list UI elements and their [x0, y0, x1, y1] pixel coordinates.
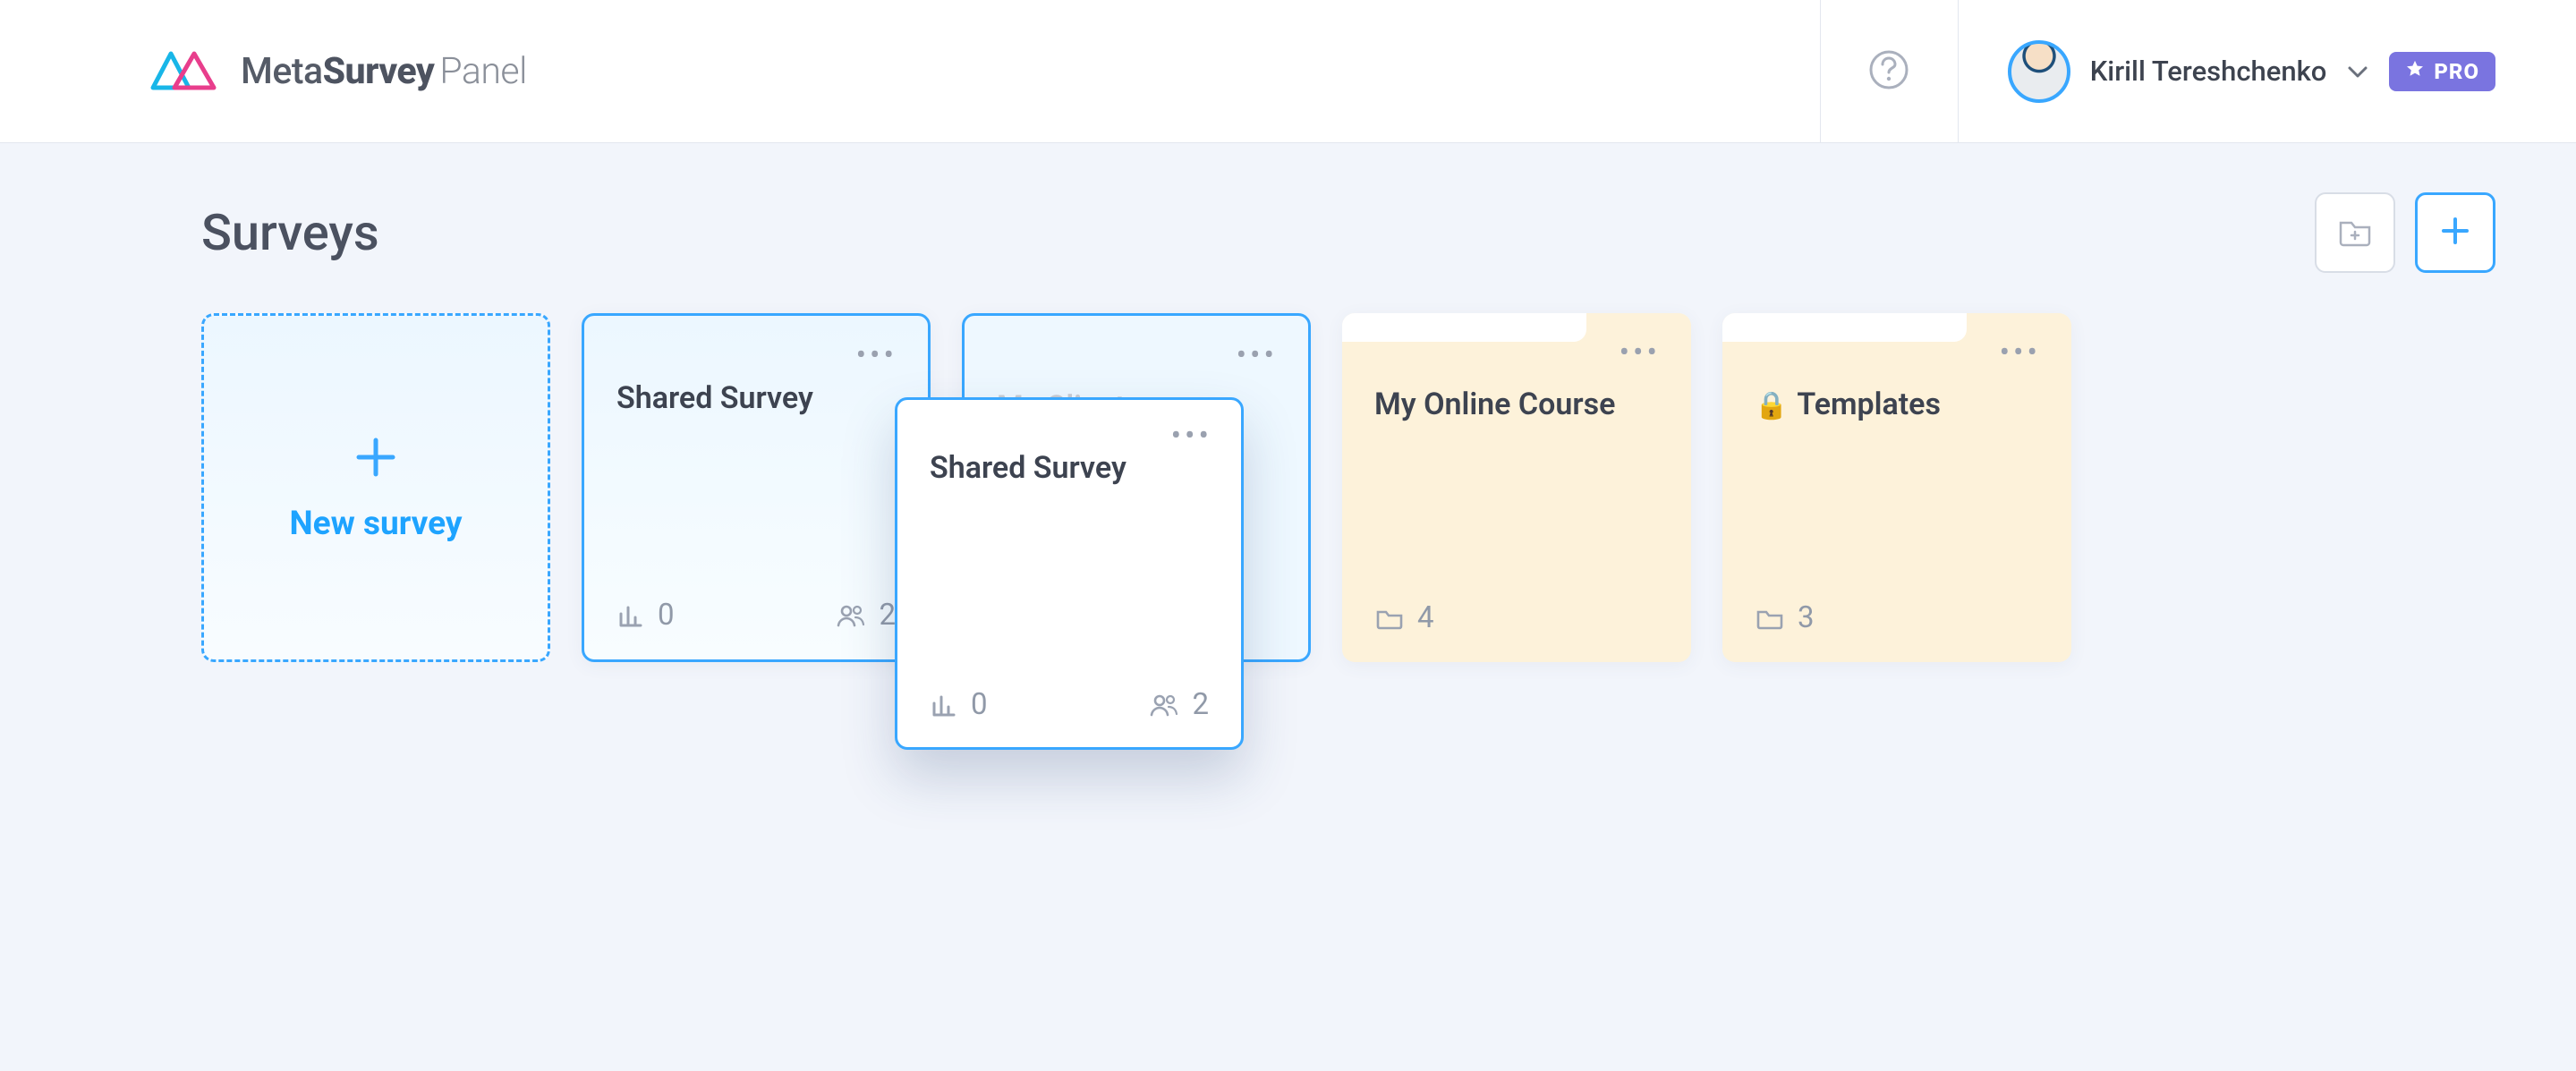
more-icon[interactable]: •••	[856, 337, 897, 373]
members-stat: 2	[1149, 687, 1209, 722]
brand[interactable]: MetaSurveyPanel	[148, 47, 527, 97]
new-survey-label: New survey	[290, 505, 463, 543]
folder-open-icon	[1374, 605, 1405, 632]
more-icon[interactable]: •••	[1620, 335, 1661, 370]
folder-open-icon	[1755, 605, 1785, 632]
folder-count: 3	[1755, 600, 1815, 635]
logo-icon	[148, 47, 221, 97]
dragging-survey-card[interactable]: ••• Shared Survey 0 2	[895, 397, 1244, 750]
plus-icon	[2437, 213, 2473, 252]
user-name: Kirill Tereshchenko	[2090, 55, 2327, 88]
avatar	[2008, 40, 2070, 103]
survey-title: Shared Survey	[616, 380, 896, 416]
more-icon[interactable]: •••	[1237, 337, 1278, 373]
app-header: MetaSurveyPanel Kirill Tereshchenko	[0, 0, 2576, 143]
survey-title: Shared Survey	[930, 450, 1209, 486]
page-title: Surveys	[201, 203, 379, 262]
pro-badge: PRO	[2389, 52, 2495, 91]
responses-stat: 0	[930, 687, 988, 722]
survey-footer: 0 2	[616, 598, 896, 633]
star-icon	[2405, 59, 2425, 84]
chevron-down-icon	[2346, 60, 2369, 83]
folder-title: My Online Course	[1374, 387, 1659, 422]
users-icon	[836, 601, 866, 630]
page-actions	[2315, 192, 2495, 273]
survey-card-shared[interactable]: ••• Shared Survey 0 2	[582, 313, 931, 662]
new-folder-button[interactable]	[2315, 192, 2395, 273]
new-survey-button[interactable]	[2415, 192, 2495, 273]
bar-chart-icon	[616, 601, 645, 630]
bar-chart-icon	[930, 691, 958, 719]
folder-plus-icon	[2336, 212, 2374, 253]
folder-footer: 3	[1755, 600, 2039, 635]
folder-count: 4	[1374, 600, 1434, 635]
user-menu[interactable]: Kirill Tereshchenko PRO	[1959, 0, 2495, 142]
survey-footer: 0 2	[930, 687, 1209, 722]
more-icon[interactable]: •••	[2000, 335, 2041, 370]
folder-footer: 4	[1374, 600, 1659, 635]
help-button[interactable]	[1820, 0, 1959, 142]
users-icon	[1149, 691, 1179, 719]
brand-text: MetaSurveyPanel	[241, 50, 527, 93]
survey-grid: New survey ••• Shared Survey 0	[201, 313, 2495, 662]
responses-stat: 0	[616, 598, 675, 633]
page: Surveys New survey	[0, 143, 2576, 734]
lock-icon: 🔒	[1755, 390, 1788, 421]
header-right: Kirill Tereshchenko PRO	[1820, 0, 2495, 142]
folder-title: 🔒Templates	[1755, 387, 2039, 422]
page-header: Surveys	[201, 192, 2495, 273]
help-icon	[1866, 47, 1911, 96]
new-survey-tile[interactable]: New survey	[201, 313, 550, 662]
folder-card-online-course[interactable]: ••• My Online Course 4	[1342, 313, 1691, 662]
members-stat: 2	[836, 598, 896, 633]
plus-icon	[352, 433, 400, 485]
folder-card-templates[interactable]: ••• 🔒Templates 3	[1722, 313, 2071, 662]
more-icon[interactable]: •••	[1171, 418, 1212, 454]
